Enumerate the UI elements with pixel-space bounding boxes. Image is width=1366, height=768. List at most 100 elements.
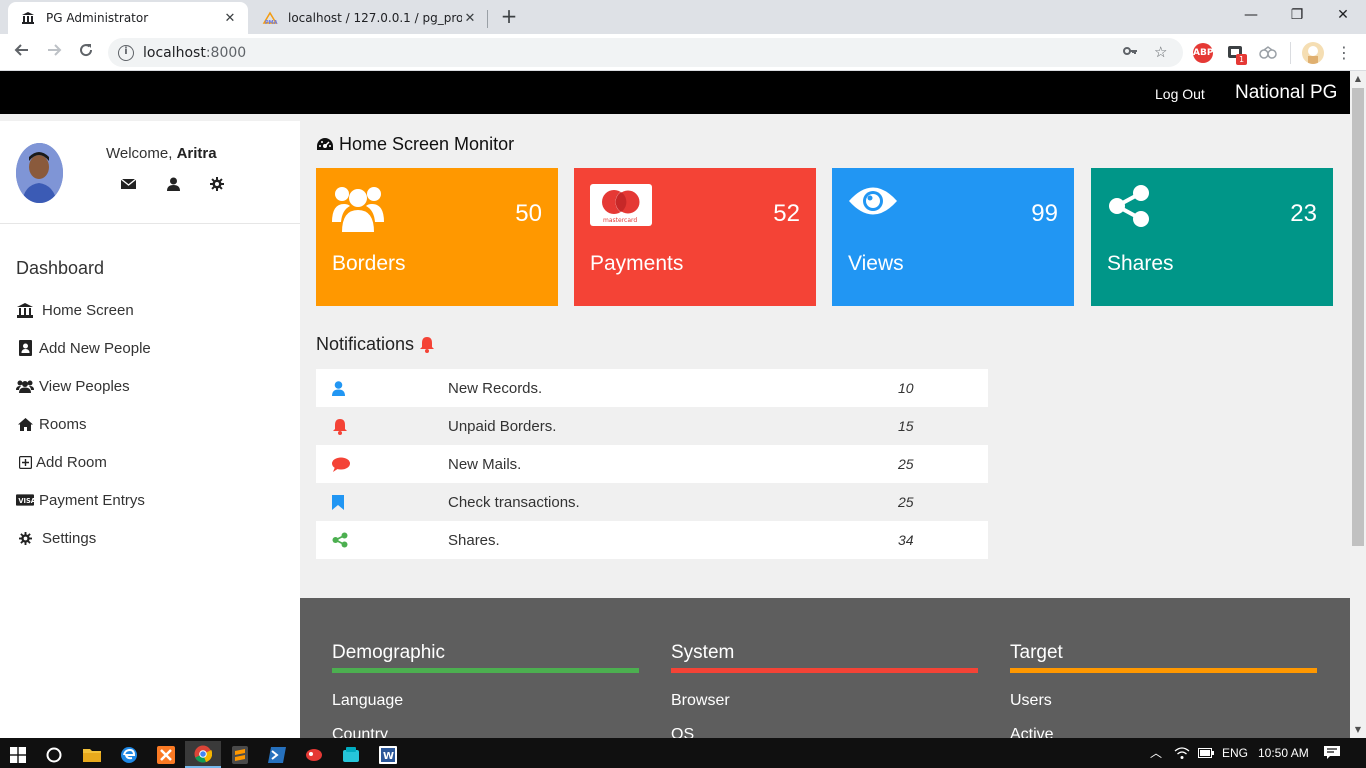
stat-card-views[interactable]: 99 Views xyxy=(832,168,1074,306)
browser-menu-icon[interactable]: ⋮ xyxy=(1336,43,1352,63)
powershell-icon[interactable] xyxy=(259,741,295,768)
windows-start-icon[interactable] xyxy=(0,741,36,768)
dashboard-gauge-icon xyxy=(317,138,333,150)
minimize-button[interactable]: — xyxy=(1228,0,1274,30)
scroll-down-arrow-icon[interactable]: ▼ xyxy=(1350,722,1366,738)
eye-icon xyxy=(848,184,898,222)
wifi-icon[interactable] xyxy=(1174,738,1190,768)
welcome-prefix: Welcome, xyxy=(106,145,173,162)
notification-text: Shares. xyxy=(448,531,500,549)
clock[interactable]: 10:50 AM xyxy=(1258,738,1309,768)
sidebar-item-home-screen[interactable]: Home Screen xyxy=(16,299,134,321)
stat-card-payments[interactable]: mastercard 52 Payments xyxy=(574,168,816,306)
page-scrollbar[interactable]: ▲ ▼ xyxy=(1350,71,1366,738)
page-title: Home Screen Monitor xyxy=(316,134,514,155)
share-icon xyxy=(332,532,348,548)
footer-link[interactable]: Language xyxy=(332,692,639,710)
chrome-icon[interactable] xyxy=(185,741,221,768)
profile-avatar[interactable] xyxy=(1302,42,1324,64)
notification-text: Unpaid Borders. xyxy=(448,417,557,435)
stat-value: 52 xyxy=(773,200,800,227)
svg-text:mastercard: mastercard xyxy=(603,217,637,224)
sublime-text-icon[interactable] xyxy=(222,741,258,768)
close-icon[interactable]: ✕ xyxy=(462,11,478,26)
table-row[interactable]: Check transactions. 25 xyxy=(316,483,988,521)
key-icon[interactable] xyxy=(1122,43,1138,63)
sidebar-item-payment-entrys[interactable]: VISA Payment Entrys xyxy=(16,489,145,511)
adblock-label: ABP xyxy=(1193,48,1214,58)
file-explorer-icon[interactable] xyxy=(74,741,110,768)
action-center-icon[interactable] xyxy=(1324,738,1340,768)
app-icon-teal[interactable] xyxy=(333,741,369,768)
tab-separator xyxy=(487,10,488,28)
reload-button[interactable] xyxy=(74,41,98,65)
back-button[interactable] xyxy=(10,41,34,65)
user-name: Aritra xyxy=(176,145,217,162)
sidebar-item-label: Add Room xyxy=(36,453,107,471)
gear-icon[interactable] xyxy=(210,176,226,192)
app-icon-red[interactable] xyxy=(296,741,332,768)
stat-card-borders[interactable]: 50 Borders xyxy=(316,168,558,306)
battery-icon[interactable] xyxy=(1198,738,1214,768)
table-row[interactable]: New Records. 10 xyxy=(316,369,988,407)
table-row[interactable]: Shares. 34 xyxy=(316,521,988,559)
sidebar-item-settings[interactable]: Settings xyxy=(16,527,96,549)
stat-label: Payments xyxy=(590,252,684,275)
sidebar-item-add-room[interactable]: Add Room xyxy=(16,451,107,473)
logout-link[interactable]: Log Out xyxy=(1155,86,1205,102)
footer-link[interactable]: Browser xyxy=(671,692,978,710)
page-title-text: Home Screen Monitor xyxy=(339,134,515,154)
edge-icon[interactable] xyxy=(111,741,147,768)
tray-chevron-up-icon[interactable]: ︿ xyxy=(1150,738,1162,768)
cloud-extension-icon[interactable] xyxy=(1258,44,1278,62)
address-bar[interactable]: i localhost:8000 ☆ xyxy=(108,38,1183,67)
star-icon[interactable]: ☆ xyxy=(1154,43,1167,61)
brand-title[interactable]: National PG xyxy=(1235,82,1337,104)
footer-heading: Target xyxy=(1010,642,1063,663)
extension-icon[interactable]: 1 xyxy=(1226,43,1247,65)
window-close-button[interactable]: ✕ xyxy=(1320,0,1366,30)
forward-button[interactable] xyxy=(42,41,66,65)
browser-tab-title: PG Administrator xyxy=(46,11,149,25)
browser-tab-pg-administrator[interactable]: PG Administrator ✕ xyxy=(8,2,248,34)
users-icon xyxy=(332,184,384,236)
adblock-icon[interactable]: ABP xyxy=(1193,43,1213,63)
language-indicator[interactable]: ENG xyxy=(1222,738,1248,768)
url-host: localhost xyxy=(143,44,206,61)
close-icon[interactable]: ✕ xyxy=(222,11,238,26)
table-row[interactable]: New Mails. 25 xyxy=(316,445,988,483)
footer-heading-underline xyxy=(671,668,978,673)
envelope-icon[interactable] xyxy=(120,176,137,192)
windows-taskbar: W ︿ ENG 10:50 AM xyxy=(0,738,1366,768)
footer-column-system: System Browser OS xyxy=(671,642,978,744)
notifications-table: New Records. 10 Unpaid Borders. 15 New M… xyxy=(316,369,988,559)
extension-badge: 1 xyxy=(1236,54,1247,65)
info-icon[interactable]: i xyxy=(118,44,134,61)
new-tab-button[interactable]: + xyxy=(498,6,520,28)
browser-tab-phpmyadmin[interactable]: PMA localhost / 127.0.0.1 / pg_project ✕ xyxy=(250,2,488,34)
footer-column-target: Target Users Active xyxy=(1010,642,1317,744)
sidebar-item-add-new-people[interactable]: Add New People xyxy=(16,337,151,359)
word-icon[interactable]: W xyxy=(370,741,406,768)
cortana-search-icon[interactable] xyxy=(36,741,72,768)
restore-button[interactable]: ❐ xyxy=(1274,0,1320,30)
footer-link[interactable]: Users xyxy=(1010,692,1317,710)
stat-card-shares[interactable]: 23 Shares xyxy=(1091,168,1333,306)
notifications-title-text: Notifications xyxy=(316,334,415,354)
app-navbar: Log Out National PG xyxy=(0,71,1350,114)
sidebar-item-rooms[interactable]: Rooms xyxy=(16,413,87,435)
address-book-icon xyxy=(16,340,34,356)
notification-count: 15 xyxy=(898,418,914,434)
xampp-icon[interactable] xyxy=(148,741,184,768)
arrow-right-icon xyxy=(48,44,62,56)
user-icon[interactable] xyxy=(167,176,183,192)
scroll-up-arrow-icon[interactable]: ▲ xyxy=(1350,71,1366,87)
sidebar-item-view-peoples[interactable]: View Peoples xyxy=(16,375,130,397)
mastercard-icon: mastercard xyxy=(590,184,652,230)
url-text: localhost:8000 xyxy=(143,45,246,61)
scrollbar-thumb[interactable] xyxy=(1352,88,1364,546)
table-row[interactable]: Unpaid Borders. 15 xyxy=(316,407,988,445)
gear-icon xyxy=(16,530,34,546)
notification-text: Check transactions. xyxy=(448,493,580,511)
notification-text: New Mails. xyxy=(448,455,522,473)
